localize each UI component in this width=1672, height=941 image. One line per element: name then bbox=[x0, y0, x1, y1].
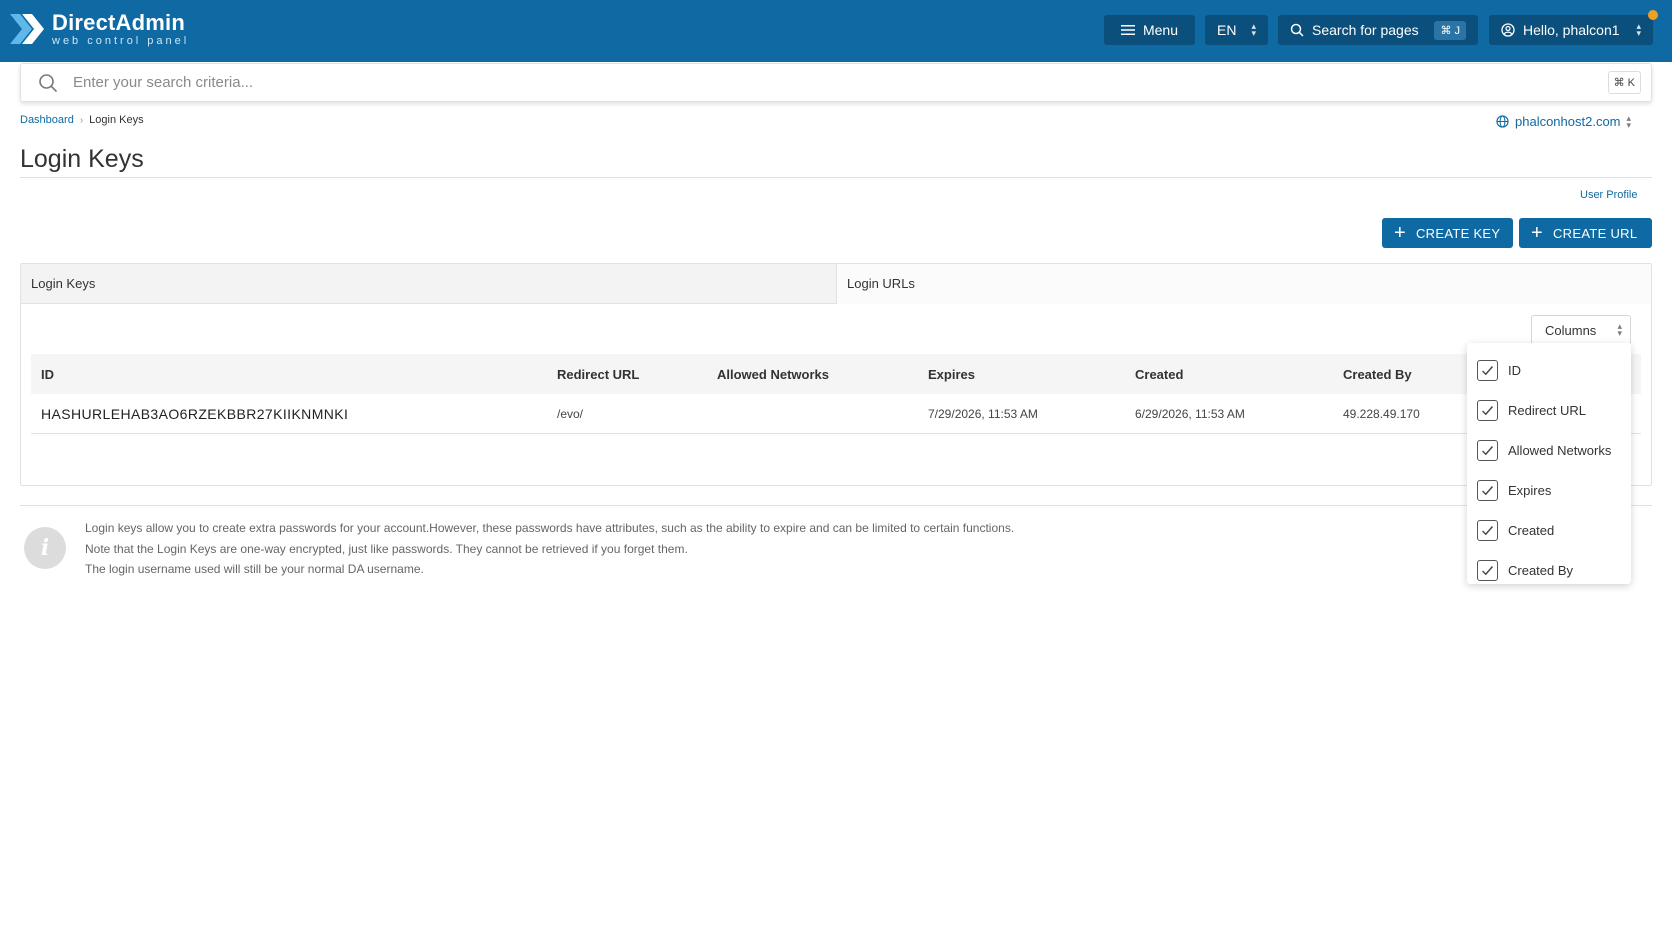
breadcrumb: Dashboard › Login Keys bbox=[20, 114, 144, 126]
user-greeting: Hello, phalcon1 bbox=[1523, 22, 1620, 38]
chevron-updown-icon: ▴ ▾ bbox=[1636, 21, 1641, 38]
menu-label: Menu bbox=[1142, 22, 1179, 38]
cell-redirect-url: /evo/ bbox=[557, 406, 584, 421]
columns-button[interactable]: Columns ▴ ▾ bbox=[1531, 315, 1631, 345]
cell-expires: 7/29/2026, 11:53 AM bbox=[928, 406, 1038, 421]
header-allowed-networks[interactable]: Allowed Networks bbox=[717, 367, 928, 382]
chevron-updown-icon: ▴ ▾ bbox=[1626, 112, 1632, 130]
column-option-label: Created By bbox=[1508, 562, 1574, 578]
chevron-updown-icon: ▴ ▾ bbox=[1617, 321, 1622, 338]
header-redirect-url[interactable]: Redirect URL bbox=[557, 367, 717, 382]
global-search-bar: ⌘ K bbox=[20, 63, 1652, 102]
cell-id: HASHURLEHAB3AO6RZEKBBR27KIIKNMNKI bbox=[41, 405, 349, 422]
login-keys-card: Login Keys Login URLs Columns ▴ ▾ ID Redi… bbox=[20, 263, 1652, 486]
create-url-label: CREATE URL bbox=[1552, 225, 1638, 241]
tab-login-keys[interactable]: Login Keys bbox=[21, 264, 836, 304]
header-expires[interactable]: Expires bbox=[928, 367, 1135, 382]
checkbox-checked-icon[interactable] bbox=[1477, 479, 1498, 501]
search-pages-button[interactable]: Search for pages ⌘ J bbox=[1278, 15, 1478, 45]
chevron-right-icon: › bbox=[79, 114, 84, 126]
search-shortcut: ⌘ K bbox=[1607, 71, 1641, 94]
breadcrumb-current: Login Keys bbox=[89, 114, 144, 126]
column-option-expires[interactable]: Expires bbox=[1467, 470, 1631, 510]
column-option-label: ID bbox=[1508, 362, 1521, 378]
hamburger-icon bbox=[1120, 25, 1135, 35]
search-pages-shortcut: ⌘ J bbox=[1434, 20, 1466, 40]
notification-dot bbox=[1648, 10, 1658, 20]
header-id[interactable]: ID bbox=[31, 367, 557, 382]
domain-name: phalconhost2.com bbox=[1515, 114, 1621, 129]
menu-button[interactable]: Menu bbox=[1104, 15, 1195, 45]
page-title: Login Keys bbox=[20, 145, 144, 173]
search-input[interactable] bbox=[73, 74, 1473, 91]
info-line: The login username used will still be yo… bbox=[85, 562, 424, 576]
search-icon bbox=[39, 73, 58, 92]
user-profile-link[interactable]: User Profile bbox=[1580, 189, 1637, 201]
plus-icon: + bbox=[1394, 222, 1406, 244]
top-bar: DirectAdmin web control panel Menu EN ▴ ▾… bbox=[0, 0, 1672, 62]
tab-bar: Login Keys Login URLs bbox=[21, 264, 1651, 304]
info-icon: i bbox=[24, 527, 66, 569]
info-line: Note that the Login Keys are one-way enc… bbox=[85, 541, 688, 556]
column-option-label: Redirect URL bbox=[1508, 402, 1587, 418]
domain-selector[interactable]: phalconhost2.com ▴ ▾ bbox=[1496, 112, 1632, 130]
login-keys-table: ID Redirect URL Allowed Networks Expires… bbox=[31, 354, 1641, 434]
column-option-label: Allowed Networks bbox=[1508, 442, 1612, 458]
cell-created: 6/29/2026, 11:53 AM bbox=[1135, 406, 1245, 421]
checkbox-checked-icon[interactable] bbox=[1477, 559, 1498, 581]
logo[interactable]: DirectAdmin web control panel bbox=[10, 10, 189, 48]
columns-label: Columns bbox=[1545, 322, 1597, 338]
search-pages-label: Search for pages bbox=[1312, 22, 1419, 38]
table-header: ID Redirect URL Allowed Networks Expires… bbox=[31, 354, 1641, 394]
logo-title: DirectAdmin bbox=[52, 9, 185, 35]
divider bbox=[20, 505, 1652, 506]
user-circle-icon bbox=[1501, 23, 1515, 37]
globe-icon bbox=[1496, 115, 1509, 128]
create-key-button[interactable]: + CREATE KEY bbox=[1382, 218, 1513, 248]
logo-subtitle: web control panel bbox=[52, 34, 190, 47]
checkbox-checked-icon[interactable] bbox=[1477, 359, 1498, 381]
info-text: Login keys allow you to create extra pas… bbox=[85, 518, 1014, 580]
divider bbox=[20, 177, 1652, 178]
search-icon bbox=[1290, 23, 1304, 37]
info-line: Login keys allow you to create extra pas… bbox=[85, 521, 1015, 535]
header-created[interactable]: Created bbox=[1135, 367, 1343, 382]
column-option-allowed-networks[interactable]: Allowed Networks bbox=[1467, 430, 1631, 470]
tab-login-urls[interactable]: Login URLs bbox=[836, 264, 1651, 304]
column-option-id[interactable]: ID bbox=[1467, 350, 1631, 390]
language-label: EN bbox=[1217, 22, 1237, 38]
checkbox-checked-icon[interactable] bbox=[1477, 439, 1498, 461]
plus-icon: + bbox=[1531, 222, 1543, 244]
column-option-created-by[interactable]: Created By bbox=[1467, 550, 1631, 590]
column-option-label: Created bbox=[1508, 522, 1555, 538]
chevron-updown-icon: ▴ ▾ bbox=[1251, 21, 1256, 38]
column-option-redirect-url[interactable]: Redirect URL bbox=[1467, 390, 1631, 430]
column-option-label: Expires bbox=[1508, 482, 1552, 498]
column-option-created[interactable]: Created bbox=[1467, 510, 1631, 550]
checkbox-checked-icon[interactable] bbox=[1477, 519, 1498, 541]
user-menu-button[interactable]: Hello, phalcon1 ▴ ▾ bbox=[1489, 15, 1653, 45]
language-selector[interactable]: EN ▴ ▾ bbox=[1205, 15, 1268, 45]
checkbox-checked-icon[interactable] bbox=[1477, 399, 1498, 421]
breadcrumb-dashboard-link[interactable]: Dashboard bbox=[20, 114, 74, 126]
columns-dropdown: ID Redirect URL Allowed Networks Expires… bbox=[1467, 343, 1631, 584]
directadmin-logo-icon bbox=[10, 10, 44, 48]
create-url-button[interactable]: + CREATE URL bbox=[1519, 218, 1652, 248]
create-key-label: CREATE KEY bbox=[1415, 225, 1501, 241]
table-row[interactable]: HASHURLEHAB3AO6RZEKBBR27KIIKNMNKI /evo/ … bbox=[31, 394, 1641, 434]
